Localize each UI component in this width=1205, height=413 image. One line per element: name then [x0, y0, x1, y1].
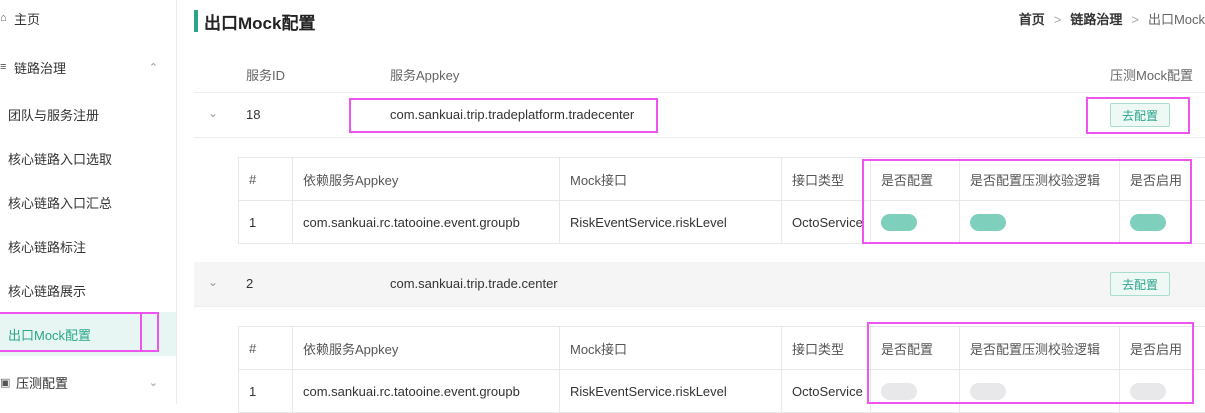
- sidebar-item-label: 核心链路展示: [8, 283, 87, 299]
- link-icon: ≡: [0, 61, 7, 73]
- breadcrumb-link-governance[interactable]: 链路治理: [1070, 12, 1122, 27]
- sidebar-item-home[interactable]: ⌂ 主页: [0, 0, 176, 40]
- chevron-up-icon: ⌃: [148, 61, 158, 74]
- dependency-table: # 依赖服务Appkey Mock接口 接口类型 是否配置 是否配置压测校验逻辑…: [238, 157, 1205, 244]
- page-title: 出口Mock配置: [204, 14, 316, 33]
- mock-api: RiskEventService.riskLevel: [559, 201, 781, 243]
- table-row: 1 com.sankuai.rc.tatooine.event.groupb R…: [239, 370, 1205, 412]
- sidebar: ⌂ 主页 ≡ 链路治理 ⌃ 团队与服务注册 核心链路入口选取 核心链路入口汇总 …: [0, 0, 177, 404]
- expand-chevron-icon[interactable]: ⌄: [208, 275, 218, 289]
- breadcrumb-separator-icon: >: [1053, 12, 1062, 27]
- service-appkey: com.sankuai.trip.tradeplatform.tradecent…: [390, 107, 635, 122]
- cell-is-configured: [870, 201, 959, 243]
- dependency-table: # 依赖服务Appkey Mock接口 接口类型 是否配置 是否配置压测校验逻辑…: [238, 326, 1205, 413]
- home-icon: ⌂: [0, 12, 7, 24]
- column-header-api-type: 接口类型: [781, 327, 870, 369]
- dependency-appkey: com.sankuai.rc.tatooine.event.groupb: [292, 201, 559, 243]
- sidebar-item-link-governance[interactable]: ≡ 链路治理 ⌃: [0, 45, 176, 89]
- table-row: 1 com.sankuai.rc.tatooine.event.groupb R…: [239, 201, 1205, 243]
- column-header-index: #: [249, 340, 257, 356]
- sidebar-item-team-register[interactable]: 团队与服务注册: [0, 92, 176, 136]
- column-header-index: #: [249, 171, 257, 187]
- enabled-toggle[interactable]: [1130, 213, 1166, 231]
- sidebar-item-label: 压测配置: [16, 375, 69, 391]
- sidebar-item-label: 出口Mock配置: [8, 327, 92, 343]
- sidebar-item-label: 核心链路入口选取: [8, 151, 113, 167]
- expand-chevron-icon[interactable]: ⌄: [208, 106, 218, 120]
- column-header-mock-api: Mock接口: [559, 327, 781, 369]
- cell-enabled: [1119, 201, 1205, 243]
- service-id: 18: [246, 107, 261, 122]
- table-row: ⌄ 18 com.sankuai.trip.tradeplatform.trad…: [194, 93, 1205, 138]
- stress-icon: ▣: [0, 376, 10, 389]
- table-row: ⌄ 2 com.sankuai.trip.trade.center 去配置: [194, 262, 1205, 307]
- dependency-appkey: com.sankuai.rc.tatooine.event.groupb: [292, 370, 559, 412]
- column-header-enabled: 是否启用: [1119, 158, 1205, 200]
- service-id: 2: [246, 276, 254, 291]
- sidebar-item-stress-config[interactable]: ▣ 压测配置 ⌄: [0, 360, 176, 404]
- sidebar-item-link-display[interactable]: 核心链路展示: [0, 268, 176, 312]
- breadcrumb: 首页 > 链路治理 > 出口Mock: [1019, 9, 1205, 28]
- column-header-service-id: 服务ID: [246, 68, 286, 83]
- column-header-validation-logic: 是否配置压测校验逻辑: [959, 327, 1119, 369]
- breadcrumb-separator-icon: >: [1131, 12, 1139, 27]
- page-title-accent: [194, 10, 198, 32]
- configure-button[interactable]: 去配置: [1110, 272, 1170, 296]
- api-type: OctoService: [781, 201, 870, 243]
- column-header-is-configured: 是否配置: [870, 327, 959, 369]
- chevron-down-icon: ⌄: [148, 376, 158, 389]
- sidebar-item-entry-select[interactable]: 核心链路入口选取: [0, 136, 176, 180]
- sidebar-item-label: 核心链路入口汇总: [8, 195, 113, 211]
- breadcrumb-current: 出口Mock: [1147, 12, 1205, 27]
- column-header-mock-api: Mock接口: [559, 158, 781, 200]
- cell-validation-logic: [959, 201, 1119, 243]
- sidebar-item-mock-config[interactable]: 出口Mock配置: [0, 312, 176, 356]
- enabled-toggle[interactable]: [1130, 382, 1166, 400]
- row-index: 1: [249, 383, 257, 399]
- sidebar-item-label: 主页: [14, 11, 41, 27]
- column-header-api-type: 接口类型: [781, 158, 870, 200]
- service-table-header: 服务ID 服务Appkey 压测Mock配置: [194, 56, 1205, 93]
- configure-button[interactable]: 去配置: [1110, 103, 1170, 127]
- dependency-table-header: # 依赖服务Appkey Mock接口 接口类型 是否配置 是否配置压测校验逻辑…: [239, 327, 1205, 370]
- sidebar-item-label: 链路治理: [14, 60, 67, 76]
- mock-api: RiskEventService.riskLevel: [559, 370, 781, 412]
- service-appkey: com.sankuai.trip.trade.center: [390, 276, 558, 291]
- breadcrumb-home[interactable]: 首页: [1019, 12, 1045, 27]
- api-type: OctoService: [781, 370, 870, 412]
- sidebar-item-entry-summary[interactable]: 核心链路入口汇总: [0, 180, 176, 224]
- cell-validation-logic: [959, 370, 1119, 412]
- cell-enabled: [1119, 370, 1205, 412]
- validation-logic-toggle[interactable]: [970, 382, 1006, 400]
- is-configured-toggle[interactable]: [881, 382, 917, 400]
- dependency-table-header: # 依赖服务Appkey Mock接口 接口类型 是否配置 是否配置压测校验逻辑…: [239, 158, 1205, 201]
- column-header-mock-config: 压测Mock配置: [1110, 68, 1194, 83]
- cell-is-configured: [870, 370, 959, 412]
- column-header-is-configured: 是否配置: [870, 158, 959, 200]
- is-configured-toggle[interactable]: [881, 213, 917, 231]
- column-header-service-appkey: 服务Appkey: [390, 68, 460, 83]
- sidebar-item-link-mark[interactable]: 核心链路标注: [0, 224, 176, 268]
- sidebar-item-label: 团队与服务注册: [8, 107, 100, 123]
- column-header-dependency-appkey: 依赖服务Appkey: [292, 327, 559, 369]
- validation-logic-toggle[interactable]: [970, 213, 1006, 231]
- column-header-validation-logic: 是否配置压测校验逻辑: [959, 158, 1119, 200]
- row-index: 1: [249, 214, 257, 230]
- sidebar-item-label: 核心链路标注: [8, 239, 87, 255]
- column-header-dependency-appkey: 依赖服务Appkey: [292, 158, 559, 200]
- column-header-enabled: 是否启用: [1119, 327, 1205, 369]
